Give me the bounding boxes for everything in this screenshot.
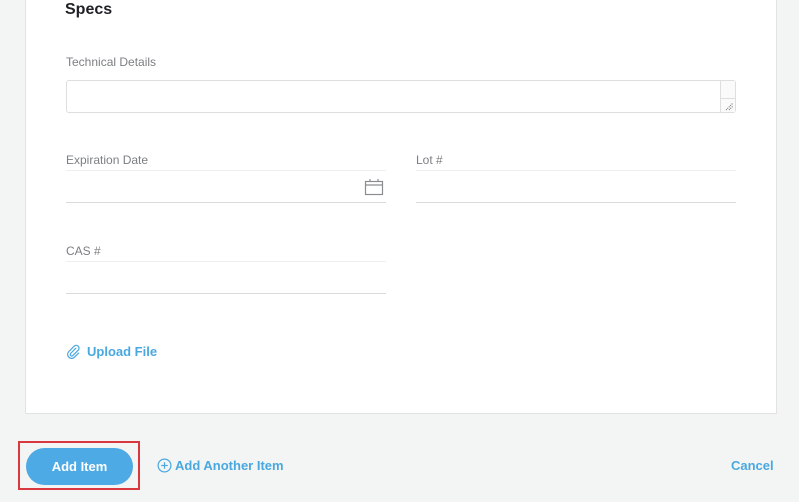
cas-number-label: CAS # (66, 244, 101, 258)
calendar-icon[interactable] (364, 177, 384, 197)
expiration-date-input[interactable] (66, 170, 386, 203)
lot-number-input[interactable] (416, 170, 736, 203)
section-title: Specs (65, 1, 113, 18)
upload-file-label: Upload File (87, 344, 158, 359)
plus-circle-icon (157, 458, 172, 473)
technical-details-textarea[interactable] (66, 80, 736, 113)
page: Specs Technical Details Expiration Date … (0, 0, 799, 502)
resize-handle-icon[interactable] (725, 102, 734, 111)
add-another-item-label: Add Another Item (175, 458, 284, 473)
cas-number-input[interactable] (66, 261, 386, 294)
technical-details-label: Technical Details (66, 55, 157, 69)
expiration-date-label: Expiration Date (66, 153, 149, 167)
cancel-link[interactable]: Cancel (731, 458, 774, 473)
scrollbar-separator (721, 98, 735, 99)
paperclip-icon (67, 344, 80, 359)
add-item-button[interactable]: Add Item (26, 448, 133, 485)
lot-number-label: Lot # (416, 153, 443, 167)
upload-file-link[interactable]: Upload File (66, 344, 157, 359)
add-another-item-link[interactable]: Add Another Item (157, 458, 284, 473)
